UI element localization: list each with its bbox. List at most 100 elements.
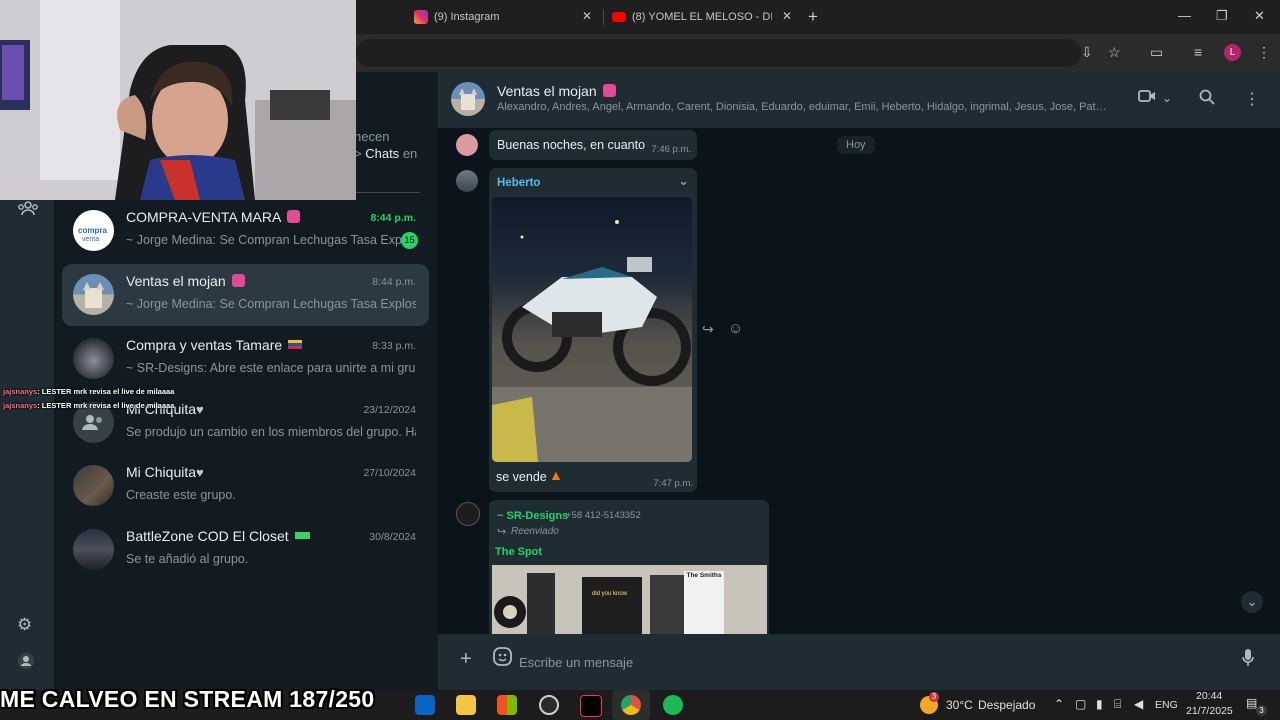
poster-text: The Smiths (686, 572, 722, 579)
chat-time: 8:33 p.m. (372, 340, 416, 352)
avatar (73, 338, 114, 379)
chat-preview: Se te añadió al grupo. (126, 552, 249, 566)
profile-icon[interactable] (17, 652, 35, 675)
chat-item-active[interactable]: Ventas el mojan 8:44 p.m. ~ Jorge Medina… (62, 264, 429, 326)
conversation-panel: Ventas el mojan Alexandro, Andres, Angel… (438, 72, 1280, 690)
sidepanel-icon[interactable]: ▭ (1150, 44, 1163, 61)
attach-plus-icon[interactable]: + (460, 648, 472, 671)
tab-instagram[interactable]: (9) Instagram ✕ (404, 4, 602, 30)
menu-dots-icon[interactable]: ⋮ (1244, 89, 1260, 109)
microphone-tray-icon[interactable]: ▮ (1096, 697, 1103, 711)
link-preview-image[interactable]: did you know The Smiths (492, 565, 767, 640)
chat-preview: Creaste este grupo. (126, 488, 236, 502)
motorcycle-photo[interactable] (492, 197, 692, 462)
close-icon[interactable]: ✕ (582, 9, 592, 23)
webcam-overlay (0, 0, 356, 200)
avatar (73, 529, 114, 570)
tray-device-icon[interactable]: ▢ (1075, 697, 1086, 711)
stream-goal-banner: ME CALVEO EN STREAM 187/250 (0, 686, 375, 712)
forwarded-message-bubble[interactable]: ~ SR-Designs +58 412-5143352 ↪ Reenviado… (489, 500, 769, 640)
media-icon[interactable]: ≡ (1194, 44, 1202, 60)
maximize-icon[interactable]: ❐ (1216, 8, 1228, 24)
fire-icon: ▲ (549, 467, 563, 483)
language-indicator[interactable]: ENG (1155, 699, 1178, 711)
network-icon[interactable]: ⌸ (1114, 697, 1121, 712)
chat-name: Compra y ventas Tamare (126, 337, 283, 353)
instagram-icon (414, 10, 428, 24)
svg-text:venta: venta (82, 236, 99, 243)
bookmark-star-icon[interactable]: ☆ (1108, 44, 1121, 61)
date-separator: Hoy (837, 136, 875, 154)
archived-notice[interactable]: necen > Chats en (354, 128, 417, 162)
settings-gear-icon[interactable]: ⚙ (17, 615, 32, 635)
weather-condition[interactable]: Despejado (978, 698, 1035, 712)
sticker-icon[interactable] (493, 647, 512, 671)
close-window-icon[interactable]: ✕ (1254, 8, 1265, 24)
clock-date[interactable]: 21/7/2025 (1186, 705, 1233, 717)
member-list: Alexandro, Andres, Angel, Armando, Caren… (497, 101, 1107, 113)
photo-caption: se vende (496, 470, 547, 484)
chat-name: Ventas el mojan (126, 273, 226, 289)
active-app-indicator (612, 690, 650, 720)
image-message-bubble[interactable]: Heberto ⌄ se vende ▲ 7:47 p.m. (489, 168, 697, 492)
chat-username: jajsnanys (3, 401, 38, 410)
react-emoji-icon[interactable]: ☺ (728, 320, 743, 337)
search-icon[interactable] (1199, 89, 1215, 110)
forward-icon[interactable]: ↪ (702, 321, 714, 338)
minimize-icon[interactable]: — (1178, 8, 1191, 23)
chat-item[interactable]: BattleZone COD El Closet 30/8/2024 Se te… (62, 519, 429, 581)
chevron-down-icon[interactable]: ⌄ (1162, 91, 1172, 105)
group-avatar (451, 82, 485, 116)
sender-phone: +58 412-5143352 (566, 510, 641, 521)
profile-avatar[interactable]: L (1224, 44, 1241, 61)
scroll-down-icon[interactable]: ⌄ (1241, 591, 1263, 613)
unread-badge: 15 (401, 232, 418, 249)
microphone-icon[interactable] (1242, 648, 1254, 672)
chat-time: 23/12/2024 (363, 404, 416, 416)
white-heart-icon: ♥ (196, 465, 204, 480)
message-input[interactable] (517, 643, 1221, 681)
chat-item[interactable]: Compra y ventas Tamare 8:33 p.m. ~ SR-De… (62, 328, 429, 390)
speedometer-icon[interactable] (539, 695, 559, 715)
store-icon[interactable] (497, 695, 517, 715)
chat-preview: Se produjo un cambio en los miembros del… (126, 425, 416, 439)
volume-icon[interactable]: ◀ (1134, 697, 1143, 711)
archived-suffix: en (402, 146, 418, 161)
avatar (73, 274, 114, 315)
clock-time[interactable]: 20:44 (1196, 690, 1222, 702)
outlook-icon[interactable] (415, 695, 435, 715)
temperature[interactable]: 30°C (946, 698, 973, 712)
file-explorer-icon[interactable] (456, 695, 476, 715)
shopping-bags-icon (231, 274, 245, 287)
conversation-header[interactable]: Ventas el mojan Alexandro, Andres, Angel… (438, 72, 1280, 128)
menu-dots-icon[interactable]: ⋮ (1257, 44, 1271, 61)
message-time: 7:46 p.m. (651, 144, 691, 155)
address-bar[interactable] (356, 39, 1081, 67)
chat-message: : LESTER mrk revisa el live de milaaaa (37, 387, 175, 396)
sender-avatar (456, 134, 478, 156)
communities-icon[interactable] (17, 200, 39, 221)
chat-item[interactable]: compra venta COMPRA-VENTA MARA 8:44 p.m. … (62, 200, 429, 262)
chat-time: 8:44 p.m. (370, 212, 416, 224)
tiktok-icon[interactable] (580, 695, 602, 717)
message-bubble[interactable]: Buenas noches, en cuanto 7:46 p.m. (489, 130, 697, 160)
chat-name: Mi Chiquita (126, 464, 197, 480)
chat-preview: ~ SR-Designs: Abre este enlace para unir… (126, 361, 416, 375)
spotify-icon[interactable] (663, 695, 683, 715)
sender-name: ~ SR-Designs (497, 510, 569, 522)
install-icon[interactable]: ⇩ (1081, 44, 1093, 61)
new-tab-button[interactable]: + (808, 7, 818, 27)
white-heart-icon: ♥ (196, 402, 204, 417)
svg-text:did you know: did you know (592, 591, 628, 597)
link-title[interactable]: The Spot (495, 546, 542, 558)
close-icon[interactable]: ✕ (782, 9, 792, 23)
chat-item[interactable]: Mi Chiquita♥ 27/10/2024 Creaste este gru… (62, 455, 429, 517)
archived-chats-label: Chats (365, 146, 400, 161)
chat-preview: ~ Jorge Medina: Se Compran Lechugas Tasa… (126, 297, 416, 311)
chevron-up-icon[interactable]: ⌃ (1054, 697, 1064, 711)
video-call-icon[interactable] (1138, 89, 1156, 108)
chat-name: BattleZone COD El Closet (126, 528, 289, 544)
chevron-down-icon[interactable]: ⌄ (678, 173, 689, 189)
tab-youtube[interactable]: (8) YOMEL EL MELOSO - DINER ✕ (604, 4, 802, 30)
avatar (73, 465, 114, 506)
